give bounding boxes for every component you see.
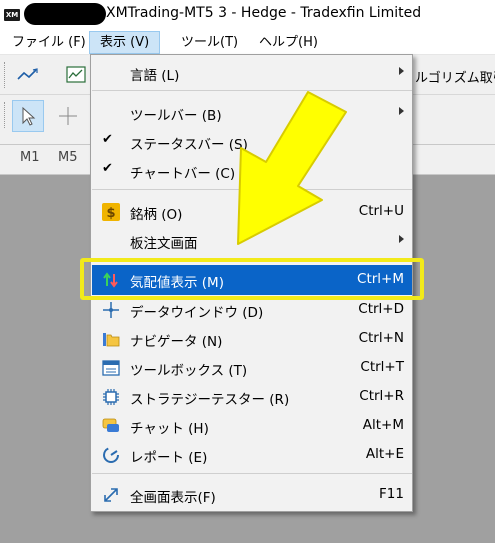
annotation-arrow-icon (237, 91, 347, 245)
